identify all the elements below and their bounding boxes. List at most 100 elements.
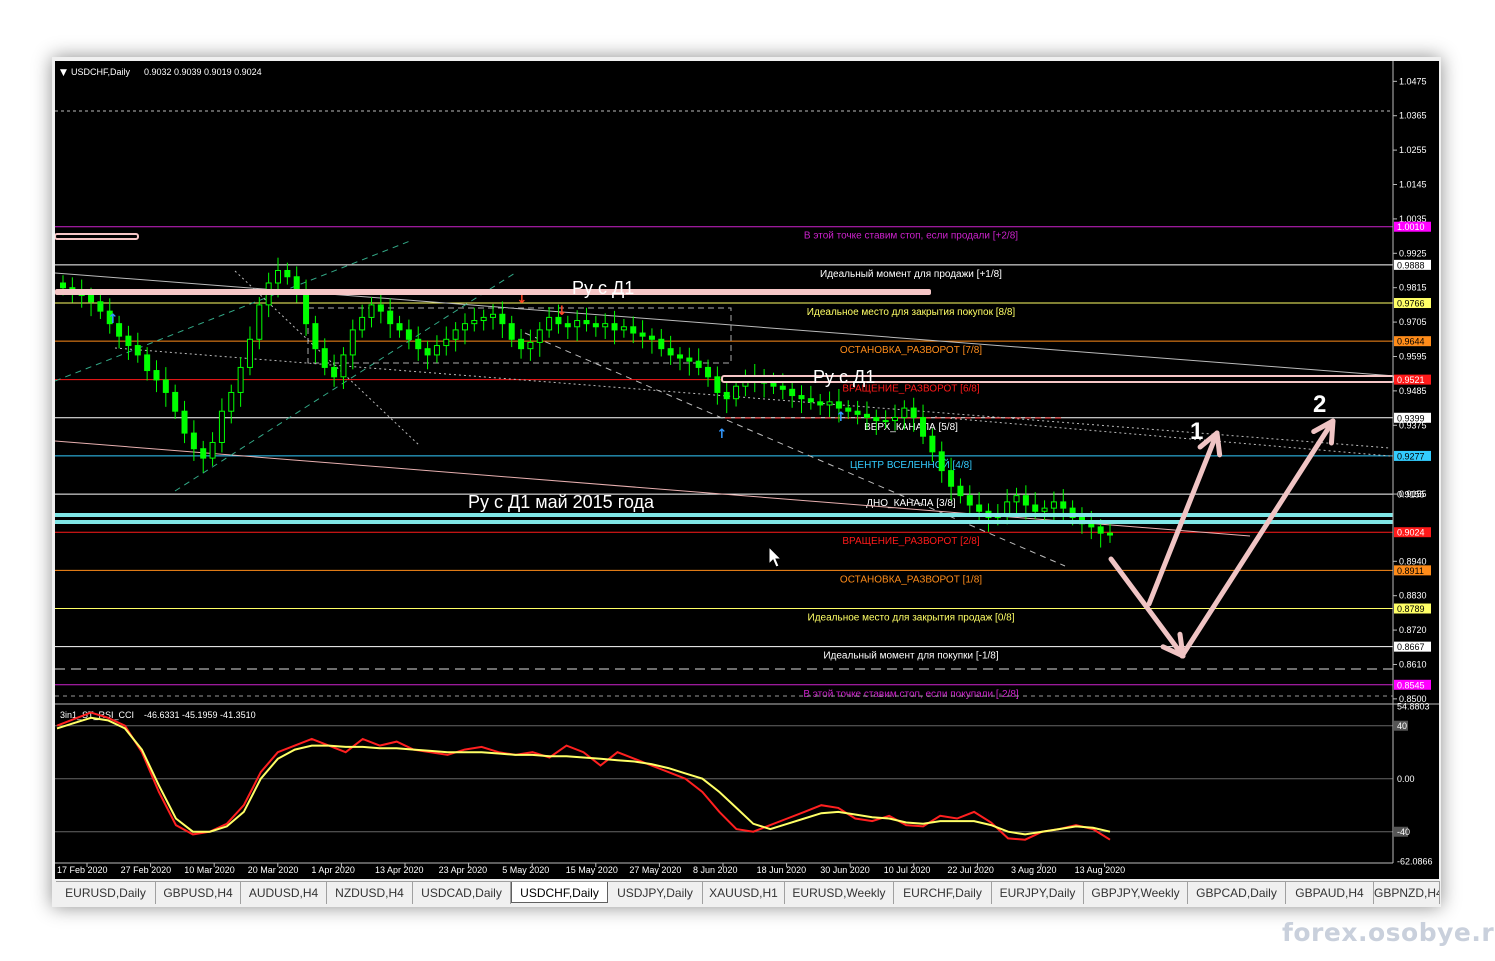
candle-body: [807, 398, 814, 403]
candle-body: [817, 401, 824, 406]
candle-body: [256, 304, 263, 340]
candle-body: [676, 354, 683, 359]
candle-body: [312, 323, 319, 350]
tab-nzdusd-h4[interactable]: NZDUSD,H4: [327, 882, 413, 904]
candle-body: [162, 379, 169, 393]
candle-body: [770, 382, 777, 387]
murrey-level-label: Идеальный момент для продажи [+1/8]: [820, 269, 1002, 280]
price-tag-label: 0.9155: [1397, 490, 1425, 500]
price-tick-label: 0.9815: [1399, 283, 1427, 293]
time-tick-label: 27 May 2020: [629, 865, 681, 875]
tab-eurusd-daily[interactable]: EURUSD,Daily: [56, 882, 156, 904]
time-tick-label: 13 Aug 2020: [1075, 865, 1126, 875]
candle-body: [667, 348, 674, 356]
candle-body: [218, 410, 225, 443]
price-tick-label: 1.0145: [1399, 180, 1427, 190]
candle-body: [471, 320, 478, 325]
tab-usdjpy-daily[interactable]: USDJPY,Daily: [608, 882, 703, 904]
candle-body: [359, 316, 366, 331]
tab-audusd-h4[interactable]: AUDUSD,H4: [241, 882, 327, 904]
annotation-band: [55, 513, 1393, 517]
candle-body: [518, 338, 525, 350]
candle-body: [1022, 495, 1029, 506]
time-tick-label: 10 Mar 2020: [184, 865, 235, 875]
price-tick-label: 0.8940: [1399, 556, 1427, 566]
candle-body: [835, 401, 842, 409]
price-tick-label: 1.0255: [1399, 145, 1427, 155]
tab-gbpcad-daily[interactable]: GBPCAD,Daily: [1188, 882, 1286, 904]
candle-body: [443, 338, 450, 347]
tab-eurjpy-daily[interactable]: EURJPY,Daily: [992, 882, 1084, 904]
price-tag-label: 0.9521: [1397, 375, 1425, 385]
candle-body: [246, 338, 253, 368]
price-tick-label: 1.0475: [1399, 76, 1427, 86]
price-tag-label: 0.8545: [1397, 680, 1425, 690]
annotation-band: [55, 520, 1393, 524]
candle-body: [564, 323, 571, 328]
price-tag-label: 0.9024: [1397, 528, 1425, 538]
candle-body: [546, 316, 553, 331]
time-tick-label: 22 Jul 2020: [947, 865, 994, 875]
candle-body: [976, 504, 983, 512]
tab-gbpusd-h4[interactable]: GBPUSD,H4: [156, 882, 241, 904]
candle-body: [200, 448, 207, 459]
candle-body: [144, 354, 151, 372]
candle-body: [863, 413, 870, 418]
tab-gbpnzd-h4[interactable]: GBPNZD,H4: [1374, 882, 1440, 904]
price-tag-label: 0.9644: [1397, 337, 1425, 347]
candle-body: [331, 366, 338, 378]
time-tick-label: 20 Mar 2020: [248, 865, 299, 875]
candle-body: [433, 345, 440, 356]
candle-body: [1060, 501, 1067, 509]
candle-body: [966, 495, 973, 506]
murrey-level-label: В этой точке ставим стоп, если продали […: [804, 231, 1018, 242]
price-tick-label: 1.0365: [1399, 111, 1427, 121]
candle-body: [60, 282, 66, 289]
candle-body: [1088, 523, 1095, 528]
candle-body: [873, 416, 880, 422]
candle-body: [798, 395, 805, 400]
candle-body: [480, 316, 487, 322]
price-tag-label: 0.9277: [1397, 451, 1425, 461]
time-tick-label: 30 Jun 2020: [820, 865, 870, 875]
candle-body: [779, 385, 786, 390]
candle-body: [891, 416, 898, 422]
tab-gbpaud-h4[interactable]: GBPAUD,H4: [1286, 882, 1374, 904]
candle-body: [592, 323, 599, 328]
candle-body: [508, 323, 515, 340]
candle-body: [920, 416, 927, 437]
murrey-level-label: ВЕРХ_КАНАЛА [5/8]: [864, 422, 958, 433]
candle-body: [228, 391, 235, 412]
tab-xauusd-h1[interactable]: XAUUSD,H1: [703, 882, 785, 904]
candle-body: [854, 410, 861, 415]
price-tick-label: 0.9925: [1399, 248, 1427, 258]
tab-usdcad-daily[interactable]: USDCAD,Daily: [413, 882, 511, 904]
tab-eurusd-weekly[interactable]: EURUSD,Weekly: [785, 882, 894, 904]
murrey-level-label: ОСТАНОВКА_РАЗВОРОТ [1/8]: [840, 574, 982, 585]
candle-body: [190, 432, 197, 450]
tab-usdchf-daily[interactable]: USDCHF,Daily: [511, 882, 608, 903]
candle-body: [97, 301, 104, 312]
candle-body: [377, 304, 384, 312]
candle-body: [686, 357, 693, 362]
candle-body: [527, 341, 534, 350]
candle-body: [134, 345, 141, 356]
chart-area[interactable]: В этой точке ставим стоп, если продали […: [55, 61, 1439, 879]
candle-body: [153, 370, 160, 381]
indicator-tick-label: -40: [1397, 827, 1410, 837]
candle-body: [695, 360, 702, 368]
price-tag-label: 0.9888: [1397, 260, 1425, 270]
tab-gbpjpy-weekly[interactable]: GBPJPY,Weekly: [1084, 882, 1188, 904]
time-tick-label: 13 Apr 2020: [375, 865, 424, 875]
candle-body: [620, 326, 627, 331]
candle-body: [181, 410, 188, 434]
candle-body: [845, 407, 852, 412]
annotation-label-mid: Ру с Д1: [813, 367, 875, 387]
candle-body: [733, 385, 740, 400]
candle-body: [209, 441, 216, 459]
candle-body: [639, 332, 646, 337]
candle-body: [275, 269, 282, 284]
fractal-arrow-icon: ↓: [557, 304, 568, 319]
tab-eurchf-daily[interactable]: EURCHF,Daily: [894, 882, 992, 904]
candle-body: [396, 323, 403, 331]
